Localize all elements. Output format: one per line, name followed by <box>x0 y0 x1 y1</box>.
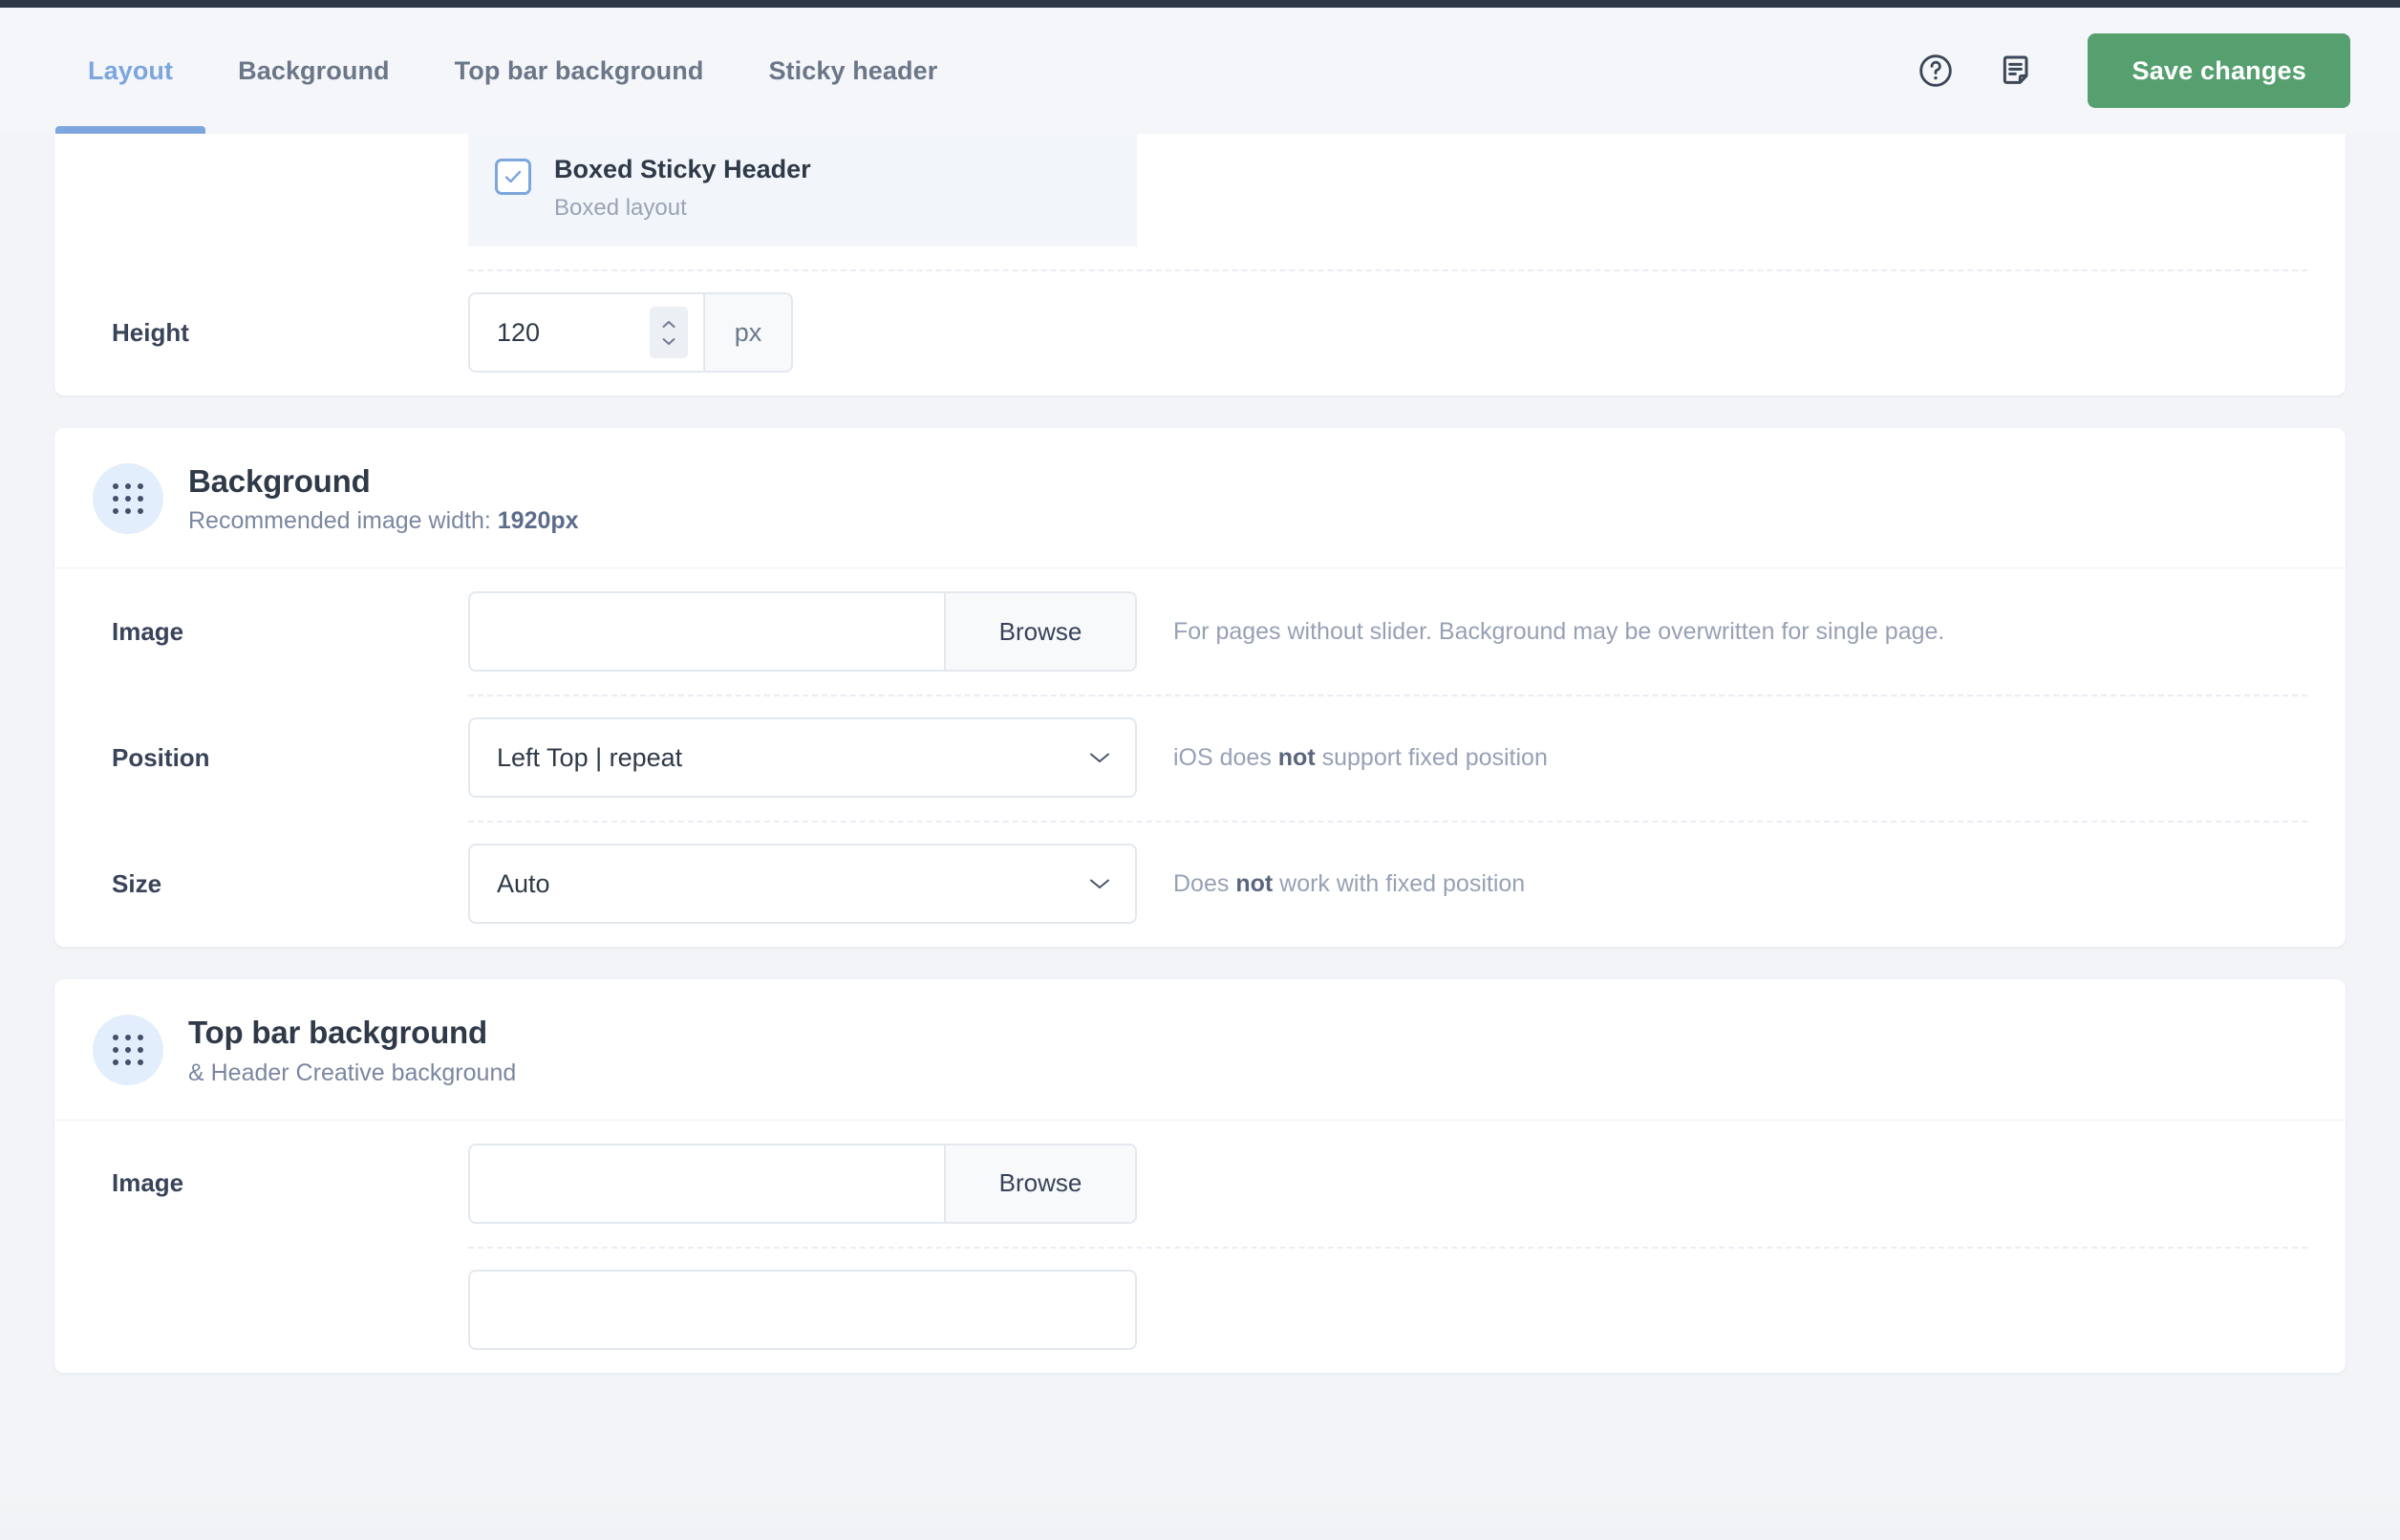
boxed-sticky-header-option[interactable]: Boxed Sticky Header Boxed layout <box>468 134 1137 247</box>
background-section-header: Background Recommended image width: 1920… <box>54 428 2346 569</box>
notes-button[interactable] <box>1977 30 2059 112</box>
background-section-subtitle: Recommended image width: 1920px <box>188 506 579 535</box>
height-label: Height <box>112 317 189 347</box>
background-position-label: Position <box>112 742 210 772</box>
tab-layout-label: Layout <box>88 55 174 85</box>
background-image-input[interactable] <box>470 593 944 671</box>
background-settings-card: Background Recommended image width: 1920… <box>54 428 2346 948</box>
dots-grid-icon <box>113 483 143 515</box>
tab-background-label: Background <box>238 55 390 85</box>
tab-top-bar-background-label: Top bar background <box>454 55 704 85</box>
help-button[interactable] <box>1895 30 1977 112</box>
top-bar-section-subtitle: & Header Creative background <box>188 1059 517 1086</box>
background-recommended-width: 1920px <box>497 507 579 535</box>
top-bar-next-select[interactable] <box>468 1269 1137 1350</box>
background-position-help-suffix: support fixed position <box>1315 743 1548 771</box>
boxed-sticky-header-subtitle: Boxed layout <box>554 195 687 222</box>
tab-background[interactable]: Background <box>205 8 422 134</box>
background-size-select-wrap: Auto <box>468 844 1137 925</box>
top-bar-section-title: Top bar background <box>188 1015 487 1051</box>
boxed-sticky-header-checkbox[interactable] <box>495 159 531 195</box>
save-changes-button[interactable]: Save changes <box>2088 33 2350 108</box>
height-stepper[interactable] <box>650 307 688 359</box>
top-bar-next-row-partial <box>54 1246 2346 1373</box>
background-image-label: Image <box>112 616 184 646</box>
layout-settings-card: Boxed Sticky Header Boxed layout Height <box>54 134 2346 396</box>
background-position-help-prefix: iOS does <box>1173 743 1278 771</box>
height-input[interactable] <box>497 317 640 348</box>
top-bar-image-row: Image Browse <box>54 1121 2346 1247</box>
question-circle-icon <box>1919 54 1953 87</box>
background-position-select[interactable]: Left Top | repeat <box>468 717 1137 799</box>
dots-grid-icon <box>113 1035 143 1066</box>
background-size-select[interactable]: Auto <box>468 844 1137 925</box>
height-unit: px <box>705 292 793 374</box>
background-size-help-strong: not <box>1235 869 1274 897</box>
tab-top-bar-background[interactable]: Top bar background <box>422 8 737 134</box>
height-input-group: px <box>468 292 793 374</box>
background-position-row: Position Left Top | repeat iOS does not … <box>54 695 2346 821</box>
top-bar-drag-handle[interactable] <box>93 1015 163 1086</box>
boxed-sticky-header-title: Boxed Sticky Header <box>554 155 811 183</box>
background-position-help: iOS does not support fixed position <box>1173 744 1548 772</box>
chevron-up-icon <box>662 320 675 328</box>
background-size-help: Does not work with fixed position <box>1173 870 1525 898</box>
height-row: Height px <box>54 269 2346 396</box>
settings-tabs: Layout Background Top bar background Sti… <box>0 8 970 134</box>
check-icon <box>504 170 522 183</box>
background-section-title: Background <box>188 463 371 500</box>
top-bar-image-input-group: Browse <box>468 1143 1137 1224</box>
top-bar-image-input[interactable] <box>470 1144 944 1222</box>
settings-scroll-area[interactable]: Boxed Sticky Header Boxed layout Height <box>0 134 2400 1540</box>
chevron-down-icon <box>662 337 675 345</box>
tab-sticky-header-label: Sticky header <box>768 55 938 85</box>
background-subtitle-prefix: Recommended image width: <box>188 507 498 535</box>
background-image-browse-button[interactable]: Browse <box>944 593 1135 671</box>
background-drag-handle[interactable] <box>93 463 163 535</box>
window-top-strip <box>0 0 2400 8</box>
background-image-help: For pages without slider. Background may… <box>1173 617 1945 645</box>
background-size-help-suffix: work with fixed position <box>1273 869 1526 897</box>
background-position-select-wrap: Left Top | repeat <box>468 717 1137 799</box>
sticky-header-option-row: Boxed Sticky Header Boxed layout <box>54 134 2346 269</box>
background-size-help-prefix: Does <box>1173 869 1236 897</box>
top-bar-image-browse-button[interactable]: Browse <box>944 1144 1135 1222</box>
background-size-label: Size <box>112 868 162 898</box>
tab-layout[interactable]: Layout <box>55 8 206 134</box>
top-bar-image-label: Image <box>112 1168 184 1198</box>
top-bar-background-settings-card: Top bar background & Header Creative bac… <box>54 979 2346 1373</box>
height-field[interactable] <box>468 292 705 374</box>
background-image-input-group: Browse <box>468 591 1137 673</box>
top-bar-section-header: Top bar background & Header Creative bac… <box>54 979 2346 1121</box>
settings-header-bar: Layout Background Top bar background Sti… <box>0 8 2400 134</box>
background-position-help-strong: not <box>1277 743 1316 771</box>
header-actions: Save changes <box>1895 30 2400 112</box>
background-size-row: Size Auto Does not work with fixed posit… <box>54 821 2346 947</box>
background-image-row: Image Browse For pages without slider. B… <box>54 568 2346 695</box>
tab-sticky-header[interactable]: Sticky header <box>736 8 970 134</box>
document-note-icon <box>2004 55 2028 84</box>
top-bar-next-select-wrap <box>468 1269 1137 1350</box>
